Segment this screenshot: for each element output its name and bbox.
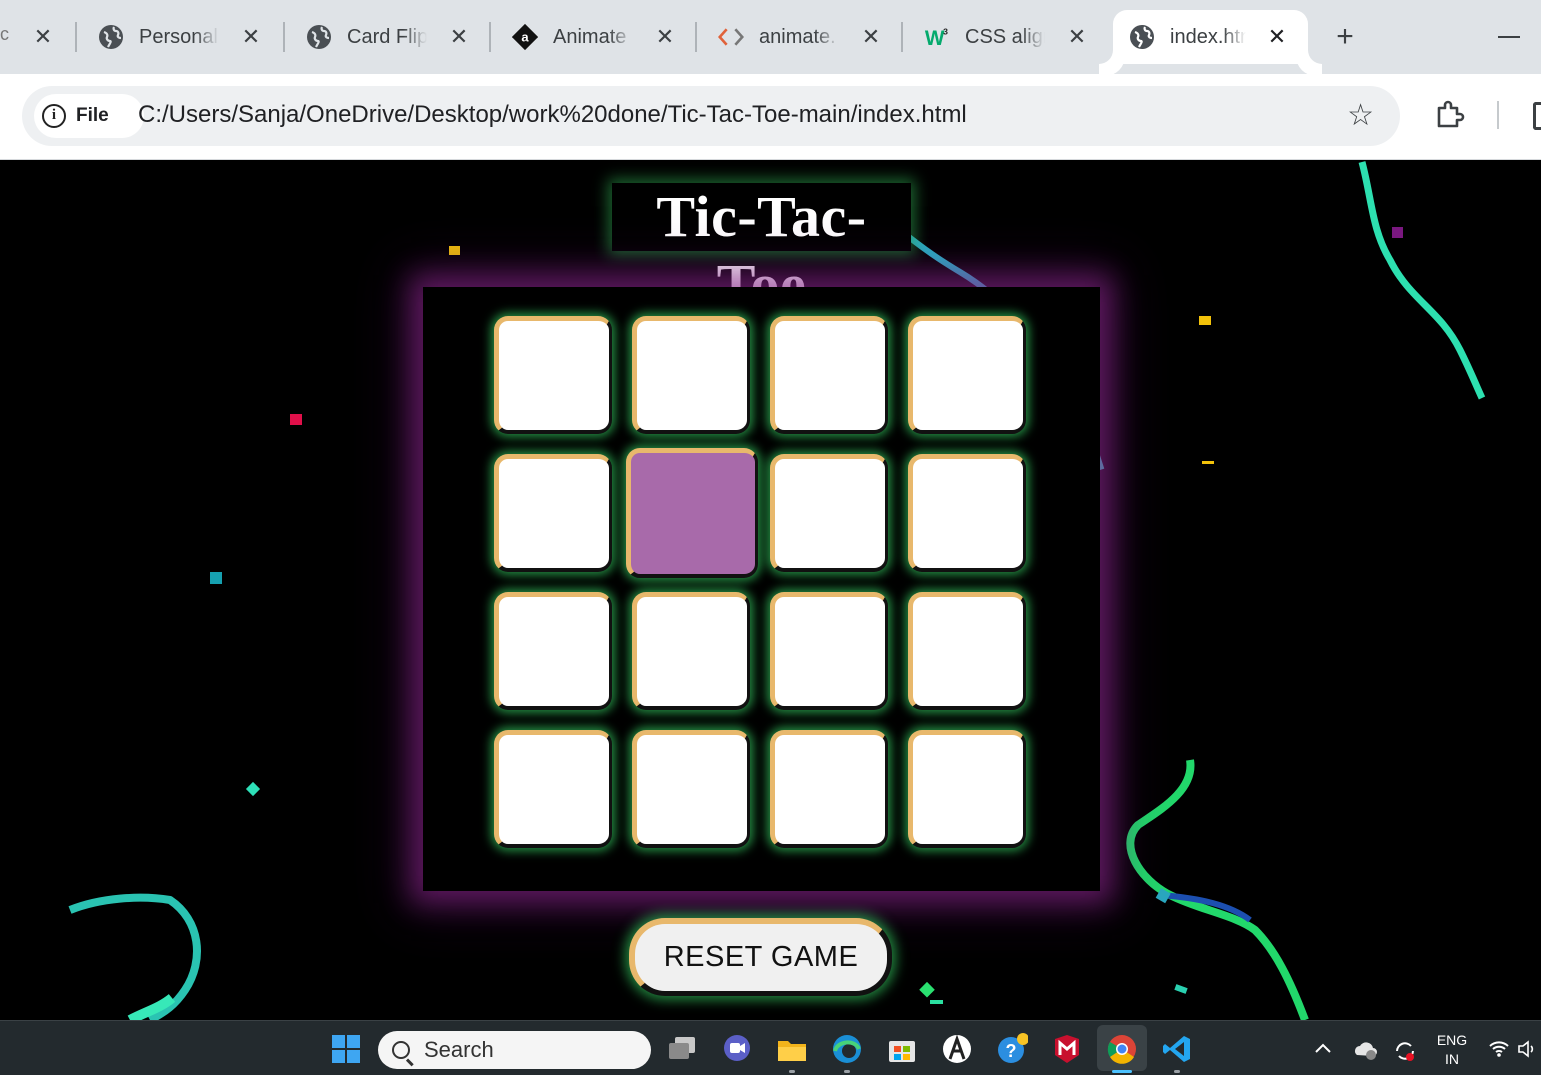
address-bar[interactable]: i File C:/Users/Sanja/OneDrive/Desktop/w…: [22, 86, 1400, 146]
language-indicator[interactable]: ENG IN: [1432, 1031, 1472, 1069]
windows-taskbar: Search ? ENG IN: [0, 1020, 1541, 1075]
close-icon[interactable]: ✕: [858, 24, 884, 50]
close-icon[interactable]: ✕: [446, 24, 472, 50]
board-cell[interactable]: [770, 730, 888, 848]
board-cell-selected[interactable]: [626, 448, 758, 578]
mcafee-icon[interactable]: [1051, 1033, 1083, 1065]
chrome-icon[interactable]: [1106, 1033, 1138, 1065]
code-icon: [718, 24, 744, 50]
active-indicator: [1112, 1070, 1132, 1073]
chat-icon[interactable]: [721, 1033, 753, 1065]
board-cell[interactable]: [908, 592, 1026, 710]
search-icon: [392, 1041, 410, 1059]
close-icon[interactable]: ✕: [1064, 24, 1090, 50]
browser-toolbar: i File C:/Users/Sanja/OneDrive/Desktop/w…: [0, 74, 1541, 160]
tab-title: animate.: [759, 25, 836, 48]
taskbar-search[interactable]: Search: [378, 1031, 651, 1069]
site-info-chip[interactable]: i File: [34, 94, 144, 138]
tab-index-html[interactable]: index.html ✕: [1113, 10, 1308, 64]
store-icon[interactable]: [886, 1033, 918, 1065]
bookmark-star-icon[interactable]: ☆: [1347, 100, 1374, 132]
w3schools-icon: W3: [924, 24, 950, 50]
tab-animate-css[interactable]: animate. ✕: [696, 10, 902, 64]
tab-overflow-fragment: c: [0, 24, 9, 44]
app-icon[interactable]: [941, 1033, 973, 1065]
board-cell[interactable]: [908, 316, 1026, 434]
board-cell[interactable]: [632, 316, 750, 434]
animate-icon: a: [512, 23, 538, 51]
url-text[interactable]: C:/Users/Sanja/OneDrive/Desktop/work%20d…: [138, 101, 967, 129]
get-help-icon[interactable]: ?: [996, 1033, 1028, 1065]
running-indicator: [844, 1070, 850, 1073]
board-cell[interactable]: [908, 454, 1026, 572]
vscode-icon[interactable]: [1161, 1033, 1193, 1065]
toolbar-separator: [1497, 101, 1499, 129]
info-icon: i: [42, 104, 66, 128]
running-indicator: [789, 1070, 795, 1073]
chevron-up-icon[interactable]: [1314, 1041, 1332, 1055]
running-indicator: [1174, 1070, 1180, 1073]
windows-start-icon[interactable]: [330, 1033, 362, 1065]
board-cell[interactable]: [632, 592, 750, 710]
tab-title: Personal: [139, 25, 218, 48]
globe-icon: [98, 24, 124, 50]
svg-text:3: 3: [943, 26, 948, 36]
site-info-label: File: [76, 105, 109, 126]
tab-strip: c ✕ Personal ✕ Card Flip ✕ a Animate ✕ a…: [0, 0, 1541, 74]
search-placeholder: Search: [424, 1037, 494, 1062]
minimize-icon[interactable]: [1498, 36, 1520, 38]
board-cell[interactable]: [494, 730, 612, 848]
board-cell[interactable]: [632, 730, 750, 848]
close-icon[interactable]: ✕: [238, 24, 264, 50]
region-label: IN: [1445, 1051, 1459, 1067]
wifi-icon[interactable]: [1488, 1040, 1510, 1058]
tab-animate[interactable]: a Animate ✕: [490, 10, 696, 64]
board-cell[interactable]: [494, 454, 612, 572]
board-cell[interactable]: [770, 316, 888, 434]
svg-text:a: a: [521, 30, 529, 45]
svg-text:?: ?: [1006, 1041, 1017, 1061]
close-icon[interactable]: ✕: [1264, 24, 1290, 50]
tab-close-icon[interactable]: ✕: [30, 24, 56, 50]
new-tab-button[interactable]: +: [1330, 20, 1360, 54]
close-icon[interactable]: ✕: [652, 24, 678, 50]
extensions-icon[interactable]: [1435, 99, 1465, 129]
page-viewport: Tic-Tac-Toe RESET GAME: [0, 160, 1541, 1020]
volume-icon[interactable]: [1517, 1040, 1537, 1058]
globe-icon: [306, 24, 332, 50]
board-cell[interactable]: [770, 454, 888, 572]
reset-game-button[interactable]: RESET GAME: [629, 918, 892, 996]
board-cell[interactable]: [494, 316, 612, 434]
tab-title: Animate: [553, 25, 627, 48]
tab-personal[interactable]: Personal ✕: [76, 10, 282, 64]
board-cell[interactable]: [494, 592, 612, 710]
onedrive-icon[interactable]: [1352, 1039, 1378, 1061]
game-title: Tic-Tac-Toe: [612, 183, 911, 317]
side-panel-icon[interactable]: [1533, 102, 1541, 130]
tab-title: CSS align: [965, 25, 1045, 48]
tab-card-flip[interactable]: Card Flip ✕: [284, 10, 490, 64]
tab-css-align[interactable]: W3 CSS align ✕: [902, 10, 1108, 64]
svg-text:W: W: [925, 27, 945, 50]
board-cell[interactable]: [770, 592, 888, 710]
tab-title: Card Flip: [347, 25, 427, 48]
board-cell[interactable]: [908, 730, 1026, 848]
sync-icon[interactable]: [1393, 1039, 1417, 1063]
task-view-icon[interactable]: [666, 1033, 698, 1065]
tab-title: index.html: [1170, 25, 1246, 48]
language-label: ENG: [1436, 1032, 1468, 1048]
edge-icon[interactable]: [831, 1033, 863, 1065]
file-explorer-icon[interactable]: [776, 1033, 808, 1065]
game-board: [423, 287, 1100, 891]
globe-icon: [1129, 24, 1155, 50]
